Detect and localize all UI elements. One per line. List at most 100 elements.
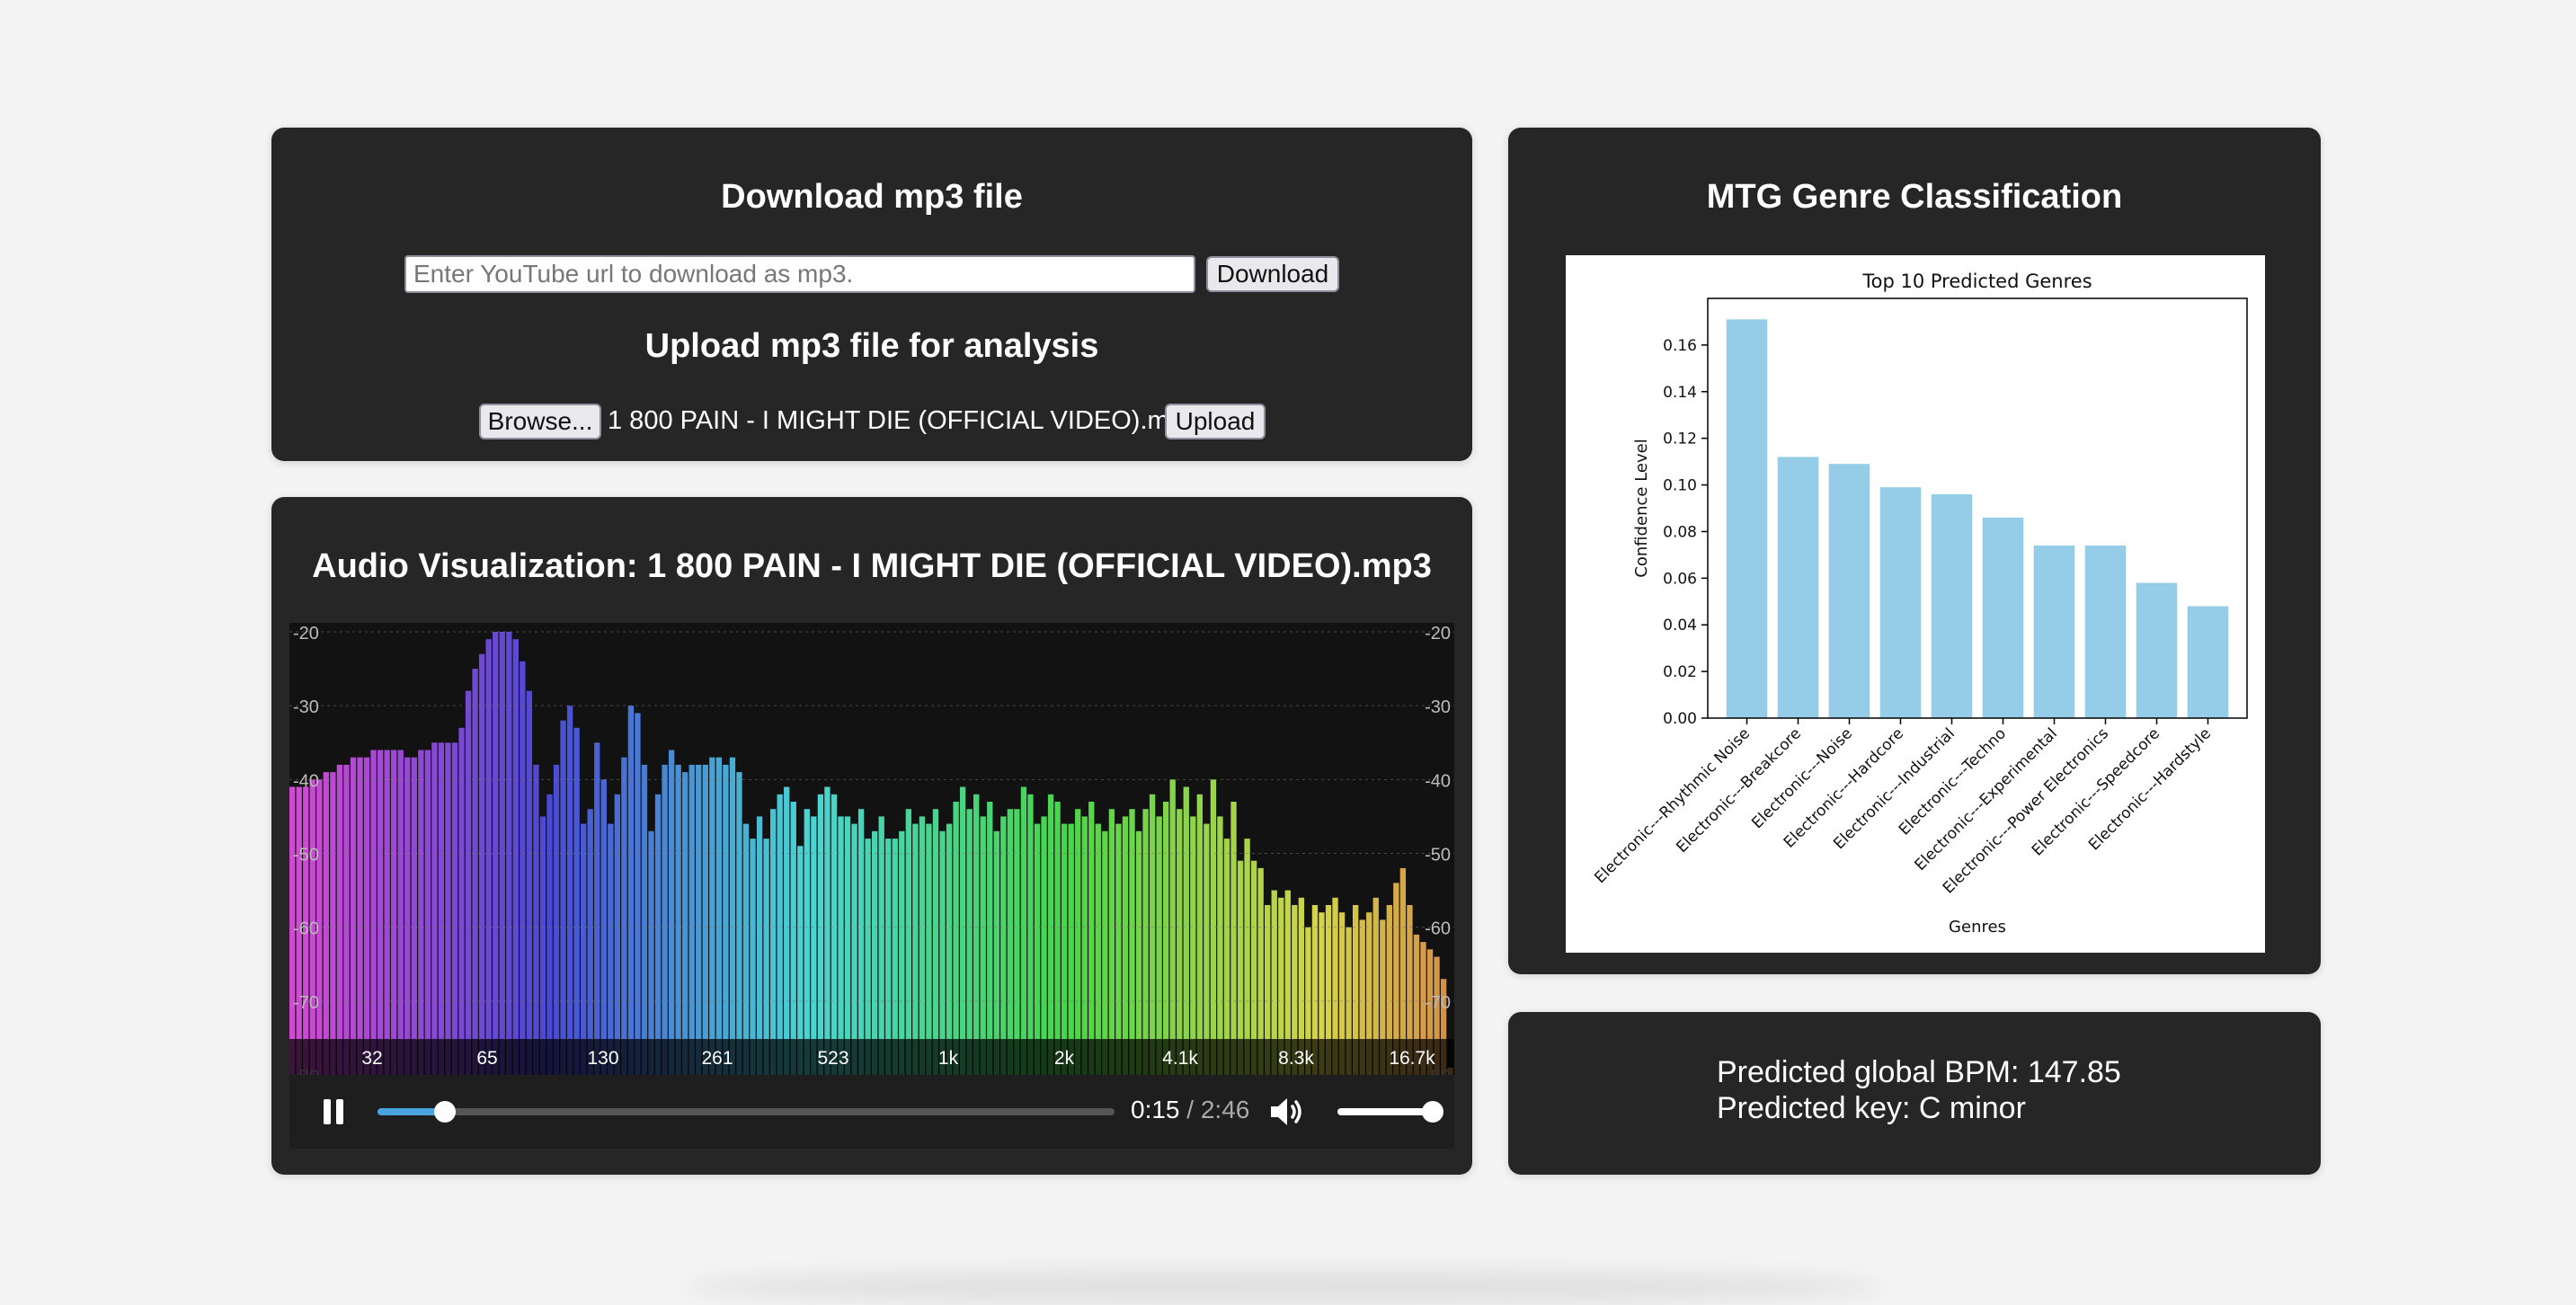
frequency-label: 16.7k [1389, 1048, 1435, 1069]
youtube-url-input[interactable] [404, 255, 1195, 293]
db-label-left: -70 [293, 993, 319, 1013]
db-label-left: -30 [293, 697, 319, 717]
volume-slider[interactable] [1337, 1108, 1435, 1115]
db-label-left: -40 [293, 771, 319, 791]
spectrum-bar [878, 816, 884, 1075]
spectrum-bar [919, 816, 926, 1075]
frequency-label: 130 [587, 1048, 618, 1069]
db-label-right: -60 [1425, 919, 1451, 939]
analysis-result-panel: Predicted global BPM: 147.85 Predicted k… [1508, 1012, 2321, 1175]
y-tick-label: 0.08 [1663, 523, 1697, 541]
genre-bar [1828, 464, 1870, 718]
db-label-left: -50 [293, 846, 319, 866]
spectrum-bar [838, 816, 844, 1075]
spectrum-bar [384, 750, 390, 1075]
genre-bar [1777, 457, 1819, 718]
spectrum-bar [330, 772, 336, 1075]
seek-bar[interactable] [378, 1101, 1115, 1123]
spectrum-bar [1156, 816, 1162, 1075]
spectrum-bar [520, 661, 526, 1075]
frequency-label: 2k [1054, 1048, 1075, 1069]
spectrum-bar [445, 742, 451, 1075]
db-label-left: -60 [293, 919, 319, 939]
selected-file-name: 1 800 PAIN - I MIGHT DIE (OFFICIAL VIDEO… [608, 406, 1198, 435]
spectrum-bar [851, 823, 857, 1075]
spectrum-bar [546, 794, 553, 1075]
spectrum-bar [451, 742, 458, 1075]
page-shadow [683, 1269, 1888, 1305]
frequency-label: 261 [701, 1048, 733, 1069]
spectrum-bar [824, 786, 831, 1075]
spectrum-bar [1041, 816, 1047, 1075]
upload-button[interactable]: Upload [1165, 404, 1266, 439]
spectrum-bar [1075, 809, 1081, 1075]
y-tick-label: 0.12 [1663, 431, 1697, 448]
spectrum-bar [424, 750, 431, 1075]
spectrum-bar [472, 669, 478, 1075]
y-axis-label: Confidence Level [1632, 439, 1651, 577]
spectrum-bar [702, 764, 708, 1075]
genre-chart-svg: Top 10 Predicted Genres 0.00 0.02 0.04 0.06 0… [1591, 271, 2248, 937]
spectrum-bar [811, 816, 817, 1075]
download-upload-panel: Download mp3 file Download Upload mp3 fi… [271, 128, 1472, 461]
frequency-label: 4.1k [1162, 1048, 1198, 1069]
spectrum-bar [1163, 802, 1169, 1075]
spectrum-bar [987, 802, 993, 1075]
spectrum-bar [973, 794, 980, 1075]
spectrum-bar [1142, 809, 1149, 1075]
spectrum-bar [465, 690, 472, 1075]
spectrum-bar [553, 764, 560, 1075]
spectrum-bar [608, 823, 614, 1075]
pause-icon [324, 1099, 331, 1124]
volume-handle[interactable] [1422, 1101, 1443, 1123]
spectrum-bar [1230, 802, 1237, 1075]
frequency-label: 32 [361, 1048, 382, 1069]
spectrum-bar [621, 757, 627, 1075]
genre-bar [1879, 487, 1922, 718]
spectrum-bar [363, 757, 370, 1075]
spectrum-bar [438, 742, 445, 1075]
spectrum-bar [1183, 786, 1189, 1075]
spectrum-bar [418, 750, 424, 1075]
browse-button[interactable]: Browse... [479, 404, 601, 439]
spectrum-bar [594, 742, 600, 1075]
duration: 2:46 [1200, 1096, 1250, 1123]
spectrum-bar [1034, 823, 1041, 1075]
download-button[interactable]: Download [1206, 256, 1339, 292]
genre-bar [2033, 546, 2075, 718]
spectrum-bar [391, 750, 397, 1075]
spectrum-bar [560, 720, 566, 1075]
frequency-label: 8.3k [1278, 1048, 1314, 1069]
spectrum-svg: -20-20-30-30-40-40-50-50-60-60-70-70-80-… [289, 624, 1454, 1075]
spectrum-bar [343, 764, 350, 1075]
spectrum-bar [587, 809, 593, 1075]
spectrum-bar [831, 794, 838, 1075]
db-label-right: -30 [1425, 697, 1451, 717]
spectrum-bar [581, 823, 587, 1075]
spectrum-bar [614, 794, 620, 1075]
spectrum-bar [1095, 823, 1101, 1075]
spectrum-bar [1108, 809, 1115, 1075]
spectrum-bar [1081, 816, 1088, 1075]
seek-handle[interactable] [433, 1101, 456, 1123]
spectrum-bar [790, 802, 796, 1075]
spectrum-bar [1149, 794, 1156, 1075]
spectrum-bar [1204, 823, 1210, 1075]
spectrum-bar [1122, 816, 1129, 1075]
y-tick-label: 0.04 [1663, 617, 1697, 635]
spectrum-bar [682, 772, 688, 1075]
spectrum-bar [370, 750, 377, 1075]
spectrum-bar [696, 764, 702, 1075]
pause-button[interactable] [322, 1099, 347, 1126]
spectrum-bar [1177, 809, 1183, 1075]
volume-icon[interactable] [1269, 1096, 1305, 1127]
spectrum-bar [377, 750, 384, 1075]
spectrum-bar [512, 639, 519, 1075]
current-time: 0:15 [1131, 1096, 1180, 1123]
spectrum-bar [959, 786, 966, 1075]
spectrum-bar [357, 757, 363, 1075]
spectrum-bar [675, 764, 681, 1075]
spectrum-bar [1217, 816, 1223, 1075]
y-tick-label: 0.06 [1663, 570, 1697, 588]
spectrum-bar [1047, 794, 1054, 1075]
